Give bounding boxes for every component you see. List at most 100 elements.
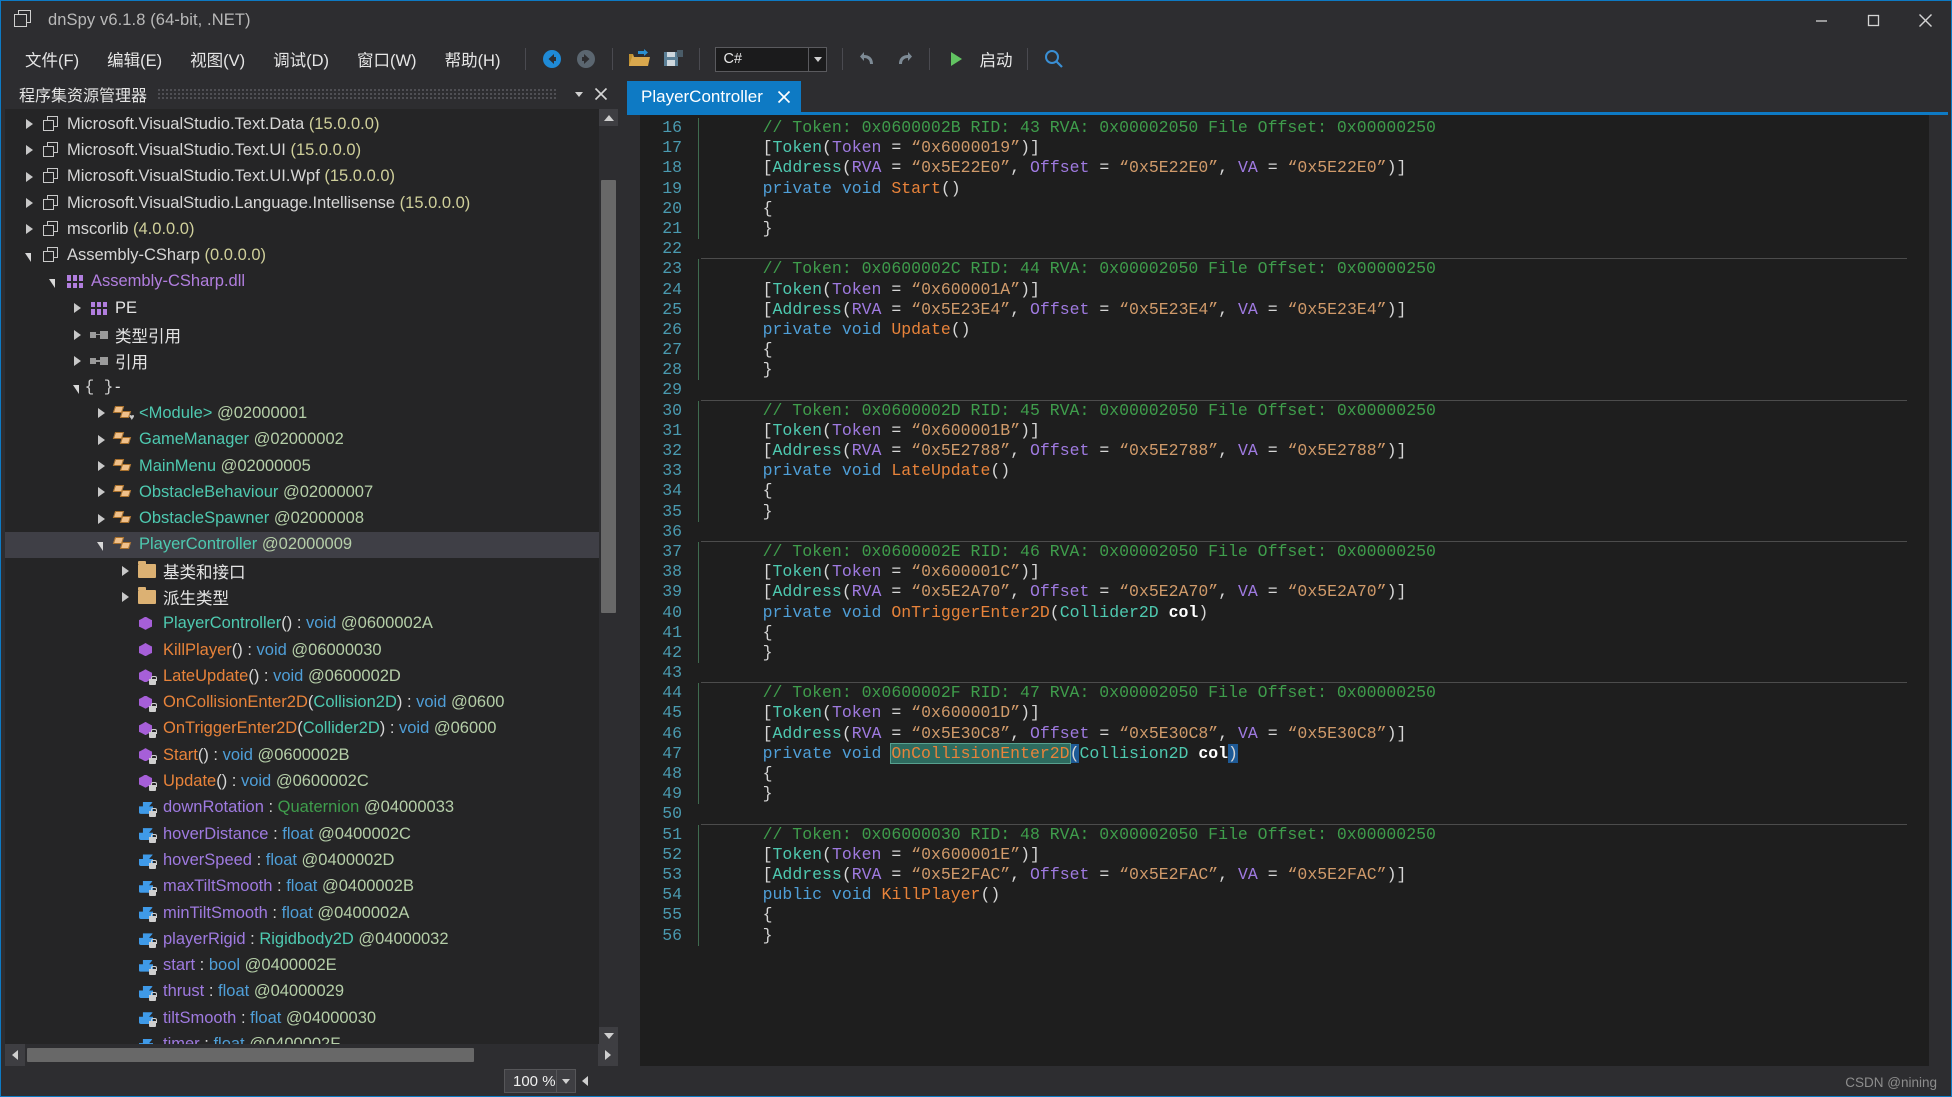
code-line[interactable]: 45 [Token(Token = “0x600001D”)]	[640, 703, 1929, 723]
tree-item[interactable]: GameManager @02000002	[5, 427, 599, 453]
menu-edit[interactable]: 编辑(E)	[95, 43, 174, 75]
tree-item[interactable]: downRotation : Quaternion @04000033	[5, 795, 599, 821]
tree-item[interactable]: LateUpdate() : void @0600002D	[5, 663, 599, 689]
code-line[interactable]: 35 }	[640, 502, 1929, 522]
maximize-button[interactable]	[1847, 1, 1899, 39]
tree-item[interactable]: ObstacleSpawner @02000008	[5, 505, 599, 531]
tree-item[interactable]: timer : float @0400002F	[5, 1031, 599, 1044]
expand-chevron-icon[interactable]	[115, 592, 135, 602]
zoom-select[interactable]: 100 %	[504, 1069, 576, 1093]
code-line[interactable]: 41 {	[640, 623, 1929, 643]
code-line[interactable]: 51 // Token: 0x06000030 RID: 48 RVA: 0x0…	[640, 825, 1929, 845]
code-line[interactable]: 17 [Token(Token = “0x6000019”)]	[640, 138, 1929, 158]
code-line[interactable]: 37 // Token: 0x0600002E RID: 46 RVA: 0x0…	[640, 542, 1929, 562]
tree-item[interactable]: Microsoft.VisualStudio.Text.UI (15.0.0.0…	[5, 137, 599, 163]
search-icon[interactable]	[1039, 44, 1069, 74]
tree-item[interactable]: Start() : void @0600002B	[5, 742, 599, 768]
tree-item[interactable]: ♥<Module> @02000001	[5, 400, 599, 426]
tree-item[interactable]: maxTiltSmooth : float @0400002B	[5, 874, 599, 900]
tree-item[interactable]: Assembly-CSharp (0.0.0.0)	[5, 242, 599, 268]
tree-vertical-scrollbar[interactable]	[599, 109, 618, 1044]
code-line[interactable]: 43	[640, 663, 1929, 683]
tree-item[interactable]: minTiltSmooth : float @0400002A	[5, 900, 599, 926]
code-line[interactable]: 24 [Token(Token = “0x600001A”)]	[640, 280, 1929, 300]
language-select[interactable]: C#	[715, 47, 827, 72]
close-icon[interactable]	[777, 90, 791, 104]
code-line[interactable]: 25 [Address(RVA = “0x5E23E4”, Offset = “…	[640, 300, 1929, 320]
tree-item[interactable]: ObstacleBehaviour @02000007	[5, 479, 599, 505]
tree-item[interactable]: Microsoft.VisualStudio.Text.Data (15.0.0…	[5, 111, 599, 137]
tree-item[interactable]: 引用	[5, 348, 599, 374]
expand-chevron-icon[interactable]	[91, 487, 111, 497]
scroll-track-h[interactable]	[25, 1044, 598, 1066]
code-line[interactable]: 56 }	[640, 926, 1929, 946]
back-arrow-icon[interactable]	[537, 44, 567, 74]
tree-item[interactable]: Microsoft.VisualStudio.Text.UI.Wpf (15.0…	[5, 164, 599, 190]
tree-item[interactable]: hoverDistance : float @0400002C	[5, 821, 599, 847]
tree-item[interactable]: PlayerController @02000009	[5, 532, 599, 558]
editor-horizontal-scrollbar[interactable]	[582, 1070, 1951, 1092]
code-line[interactable]: 50	[640, 804, 1929, 824]
expand-chevron-icon[interactable]	[67, 303, 87, 313]
code-line[interactable]: 34 {	[640, 481, 1929, 501]
code-line[interactable]: 47 private void OnCollisionEnter2D(Colli…	[640, 744, 1929, 764]
scroll-thumb-h[interactable]	[27, 1048, 474, 1062]
code-line[interactable]: 54 public void KillPlayer()	[640, 885, 1929, 905]
expand-chevron-icon[interactable]	[91, 514, 111, 524]
tree-item[interactable]: thrust : float @04000029	[5, 979, 599, 1005]
code-line[interactable]: 19 private void Start()	[640, 179, 1929, 199]
code-line[interactable]: 20 {	[640, 199, 1929, 219]
code-line[interactable]: 53 [Address(RVA = “0x5E2FAC”, Offset = “…	[640, 865, 1929, 885]
code-line[interactable]: 31 [Token(Token = “0x600001B”)]	[640, 421, 1929, 441]
chevron-down-icon[interactable]	[556, 1070, 575, 1092]
tree-item[interactable]: Microsoft.VisualStudio.Language.Intellis…	[5, 190, 599, 216]
tree-item[interactable]: OnTriggerEnter2D(Collider2D) : void @060…	[5, 716, 599, 742]
close-icon[interactable]	[590, 83, 612, 105]
expand-chevron-icon[interactable]	[91, 408, 111, 418]
tree-item[interactable]: tiltSmooth : float @04000030	[5, 1005, 599, 1031]
close-button[interactable]	[1899, 1, 1951, 39]
code-line[interactable]: 38 [Token(Token = “0x600001C”)]	[640, 562, 1929, 582]
tab-playercontroller[interactable]: PlayerController	[627, 81, 801, 112]
tree-item[interactable]: KillPlayer() : void @06000030	[5, 637, 599, 663]
code-line[interactable]: 36	[640, 522, 1929, 542]
collapse-chevron-icon[interactable]	[43, 277, 63, 286]
menu-file[interactable]: 文件(F)	[13, 43, 91, 75]
scroll-up-button[interactable]	[599, 109, 618, 126]
expand-chevron-icon[interactable]	[91, 435, 111, 445]
scroll-thumb[interactable]	[601, 180, 616, 612]
expand-chevron-icon[interactable]	[19, 119, 39, 129]
code-line[interactable]: 33 private void LateUpdate()	[640, 461, 1929, 481]
scroll-left-button[interactable]	[5, 1044, 25, 1066]
tree-item[interactable]: PE	[5, 295, 599, 321]
code-line[interactable]: 29	[640, 380, 1929, 400]
code-line[interactable]: 21 }	[640, 219, 1929, 239]
tree-item[interactable]: OnCollisionEnter2D(Collision2D) : void @…	[5, 690, 599, 716]
redo-icon[interactable]	[888, 44, 918, 74]
menu-window[interactable]: 窗口(W)	[345, 43, 429, 75]
tree-item[interactable]: Assembly-CSharp.dll	[5, 269, 599, 295]
scroll-track[interactable]	[599, 126, 618, 1027]
menu-help[interactable]: 帮助(H)	[433, 43, 513, 75]
tree-item[interactable]: MainMenu @02000005	[5, 453, 599, 479]
assembly-tree[interactable]: Microsoft.VisualStudio.Text.Data (15.0.0…	[5, 109, 599, 1044]
code-line[interactable]: 23 // Token: 0x0600002C RID: 44 RVA: 0x0…	[640, 259, 1929, 279]
expand-chevron-icon[interactable]	[67, 356, 87, 366]
code-line[interactable]: 52 [Token(Token = “0x600001E”)]	[640, 845, 1929, 865]
expand-chevron-icon[interactable]	[67, 330, 87, 340]
tree-item[interactable]: start : bool @0400002E	[5, 953, 599, 979]
tree-item[interactable]: 类型引用	[5, 321, 599, 347]
tree-item[interactable]: playerRigid : Rigidbody2D @04000032	[5, 926, 599, 952]
forward-arrow-icon[interactable]	[571, 44, 601, 74]
expand-chevron-icon[interactable]	[115, 566, 135, 576]
tree-item[interactable]: Update() : void @0600002C	[5, 768, 599, 794]
tree-item[interactable]: PlayerController() : void @0600002A	[5, 611, 599, 637]
code-line[interactable]: 16 // Token: 0x0600002B RID: 43 RVA: 0x0…	[640, 118, 1929, 138]
code-line[interactable]: 32 [Address(RVA = “0x5E2788”, Offset = “…	[640, 441, 1929, 461]
code-line[interactable]: 46 [Address(RVA = “0x5E30C8”, Offset = “…	[640, 724, 1929, 744]
code-line[interactable]: 27 {	[640, 340, 1929, 360]
tree-item[interactable]: 派生类型	[5, 584, 599, 610]
code-line[interactable]: 18 [Address(RVA = “0x5E22E0”, Offset = “…	[640, 158, 1929, 178]
code-lines[interactable]: 16 // Token: 0x0600002B RID: 43 RVA: 0x0…	[640, 115, 1929, 1066]
collapse-chevron-icon[interactable]	[19, 251, 39, 260]
